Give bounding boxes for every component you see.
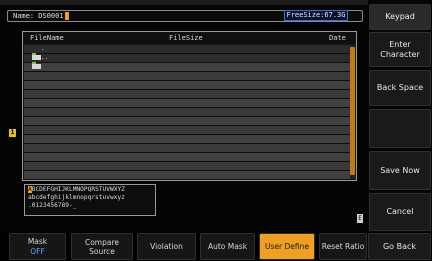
text-cursor bbox=[64, 12, 69, 20]
file-list: . .. bbox=[24, 45, 350, 180]
table-row bbox=[24, 63, 350, 72]
table-row bbox=[24, 135, 350, 144]
lowercase-row[interactable]: abcdefghijklmnopqrstuvwxyz bbox=[28, 194, 155, 202]
table-row bbox=[24, 81, 350, 90]
violation-button[interactable]: Violation bbox=[137, 233, 196, 260]
column-filesize: FileSize bbox=[169, 34, 203, 42]
mask-label: Mask bbox=[27, 237, 48, 246]
reset-ratio-button[interactable]: Reset Ratio bbox=[319, 233, 367, 260]
table-row bbox=[24, 126, 350, 135]
go-back-button[interactable]: Go Back bbox=[368, 233, 431, 260]
list-item-parent-dir[interactable]: .. bbox=[24, 54, 350, 69]
table-row bbox=[24, 162, 350, 171]
list-item-label: . bbox=[41, 45, 45, 52]
top-strip bbox=[0, 0, 368, 5]
table-row bbox=[24, 72, 350, 81]
scope-screen: Name: DS0001 FreeSize:67.3G FileName Fil… bbox=[0, 0, 432, 261]
list-item-label: .. bbox=[41, 54, 49, 61]
file-name-value: Name: DS0001 bbox=[13, 12, 64, 20]
uppercase-chars[interactable]: BCDEFGHIJKLMNOPQRSTUVWXYZ bbox=[32, 186, 125, 193]
enter-character-button[interactable]: Enter Character bbox=[369, 32, 431, 67]
table-row bbox=[24, 90, 350, 99]
list-item-current-dir[interactable]: . bbox=[24, 45, 350, 60]
edge-marker: E bbox=[357, 214, 363, 223]
column-date: Date bbox=[329, 34, 346, 42]
keypad-title: Keypad bbox=[369, 4, 431, 30]
file-list-header: FileName FileSize Date bbox=[23, 32, 356, 44]
file-browser: FileName FileSize Date . .. bbox=[22, 31, 357, 181]
save-now-button[interactable]: Save Now bbox=[369, 151, 431, 190]
uppercase-row: ABCDEFGHIJKLMNOPQRSTUVWXYZ bbox=[28, 186, 155, 194]
user-define-button[interactable]: User Define bbox=[259, 233, 315, 260]
mask-value: OFF bbox=[30, 247, 45, 256]
free-size-indicator: FreeSize:67.3G bbox=[284, 10, 348, 21]
auto-mask-button[interactable]: Auto Mask bbox=[200, 233, 255, 260]
bottom-menu: Mask OFF Compare Source Violation Auto M… bbox=[0, 232, 432, 261]
character-palette[interactable]: ABCDEFGHIJKLMNOPQRSTUVWXYZ abcdefghijklm… bbox=[24, 184, 156, 216]
file-name-text: Name: DS0001 bbox=[13, 12, 69, 21]
folder-icon bbox=[32, 62, 41, 69]
table-row bbox=[24, 144, 350, 153]
side-blank-button bbox=[369, 109, 431, 148]
table-row bbox=[24, 153, 350, 162]
cancel-button[interactable]: Cancel bbox=[369, 193, 431, 231]
folder-icon bbox=[32, 53, 41, 60]
table-row bbox=[24, 117, 350, 126]
scrollbar[interactable] bbox=[350, 45, 355, 179]
channel1-marker: 1 bbox=[9, 129, 16, 137]
table-row bbox=[24, 108, 350, 117]
back-space-button[interactable]: Back Space bbox=[369, 70, 431, 106]
scrollbar-thumb[interactable] bbox=[350, 47, 355, 175]
side-menu: Keypad Enter Character Back Space Save N… bbox=[368, 0, 432, 231]
digits-row[interactable]: .0123456789-_ bbox=[28, 202, 155, 210]
column-filename: FileName bbox=[30, 34, 64, 42]
compare-source-button[interactable]: Compare Source bbox=[71, 233, 133, 260]
table-row bbox=[24, 171, 350, 180]
mask-button[interactable]: Mask OFF bbox=[9, 233, 66, 260]
table-row bbox=[24, 99, 350, 108]
